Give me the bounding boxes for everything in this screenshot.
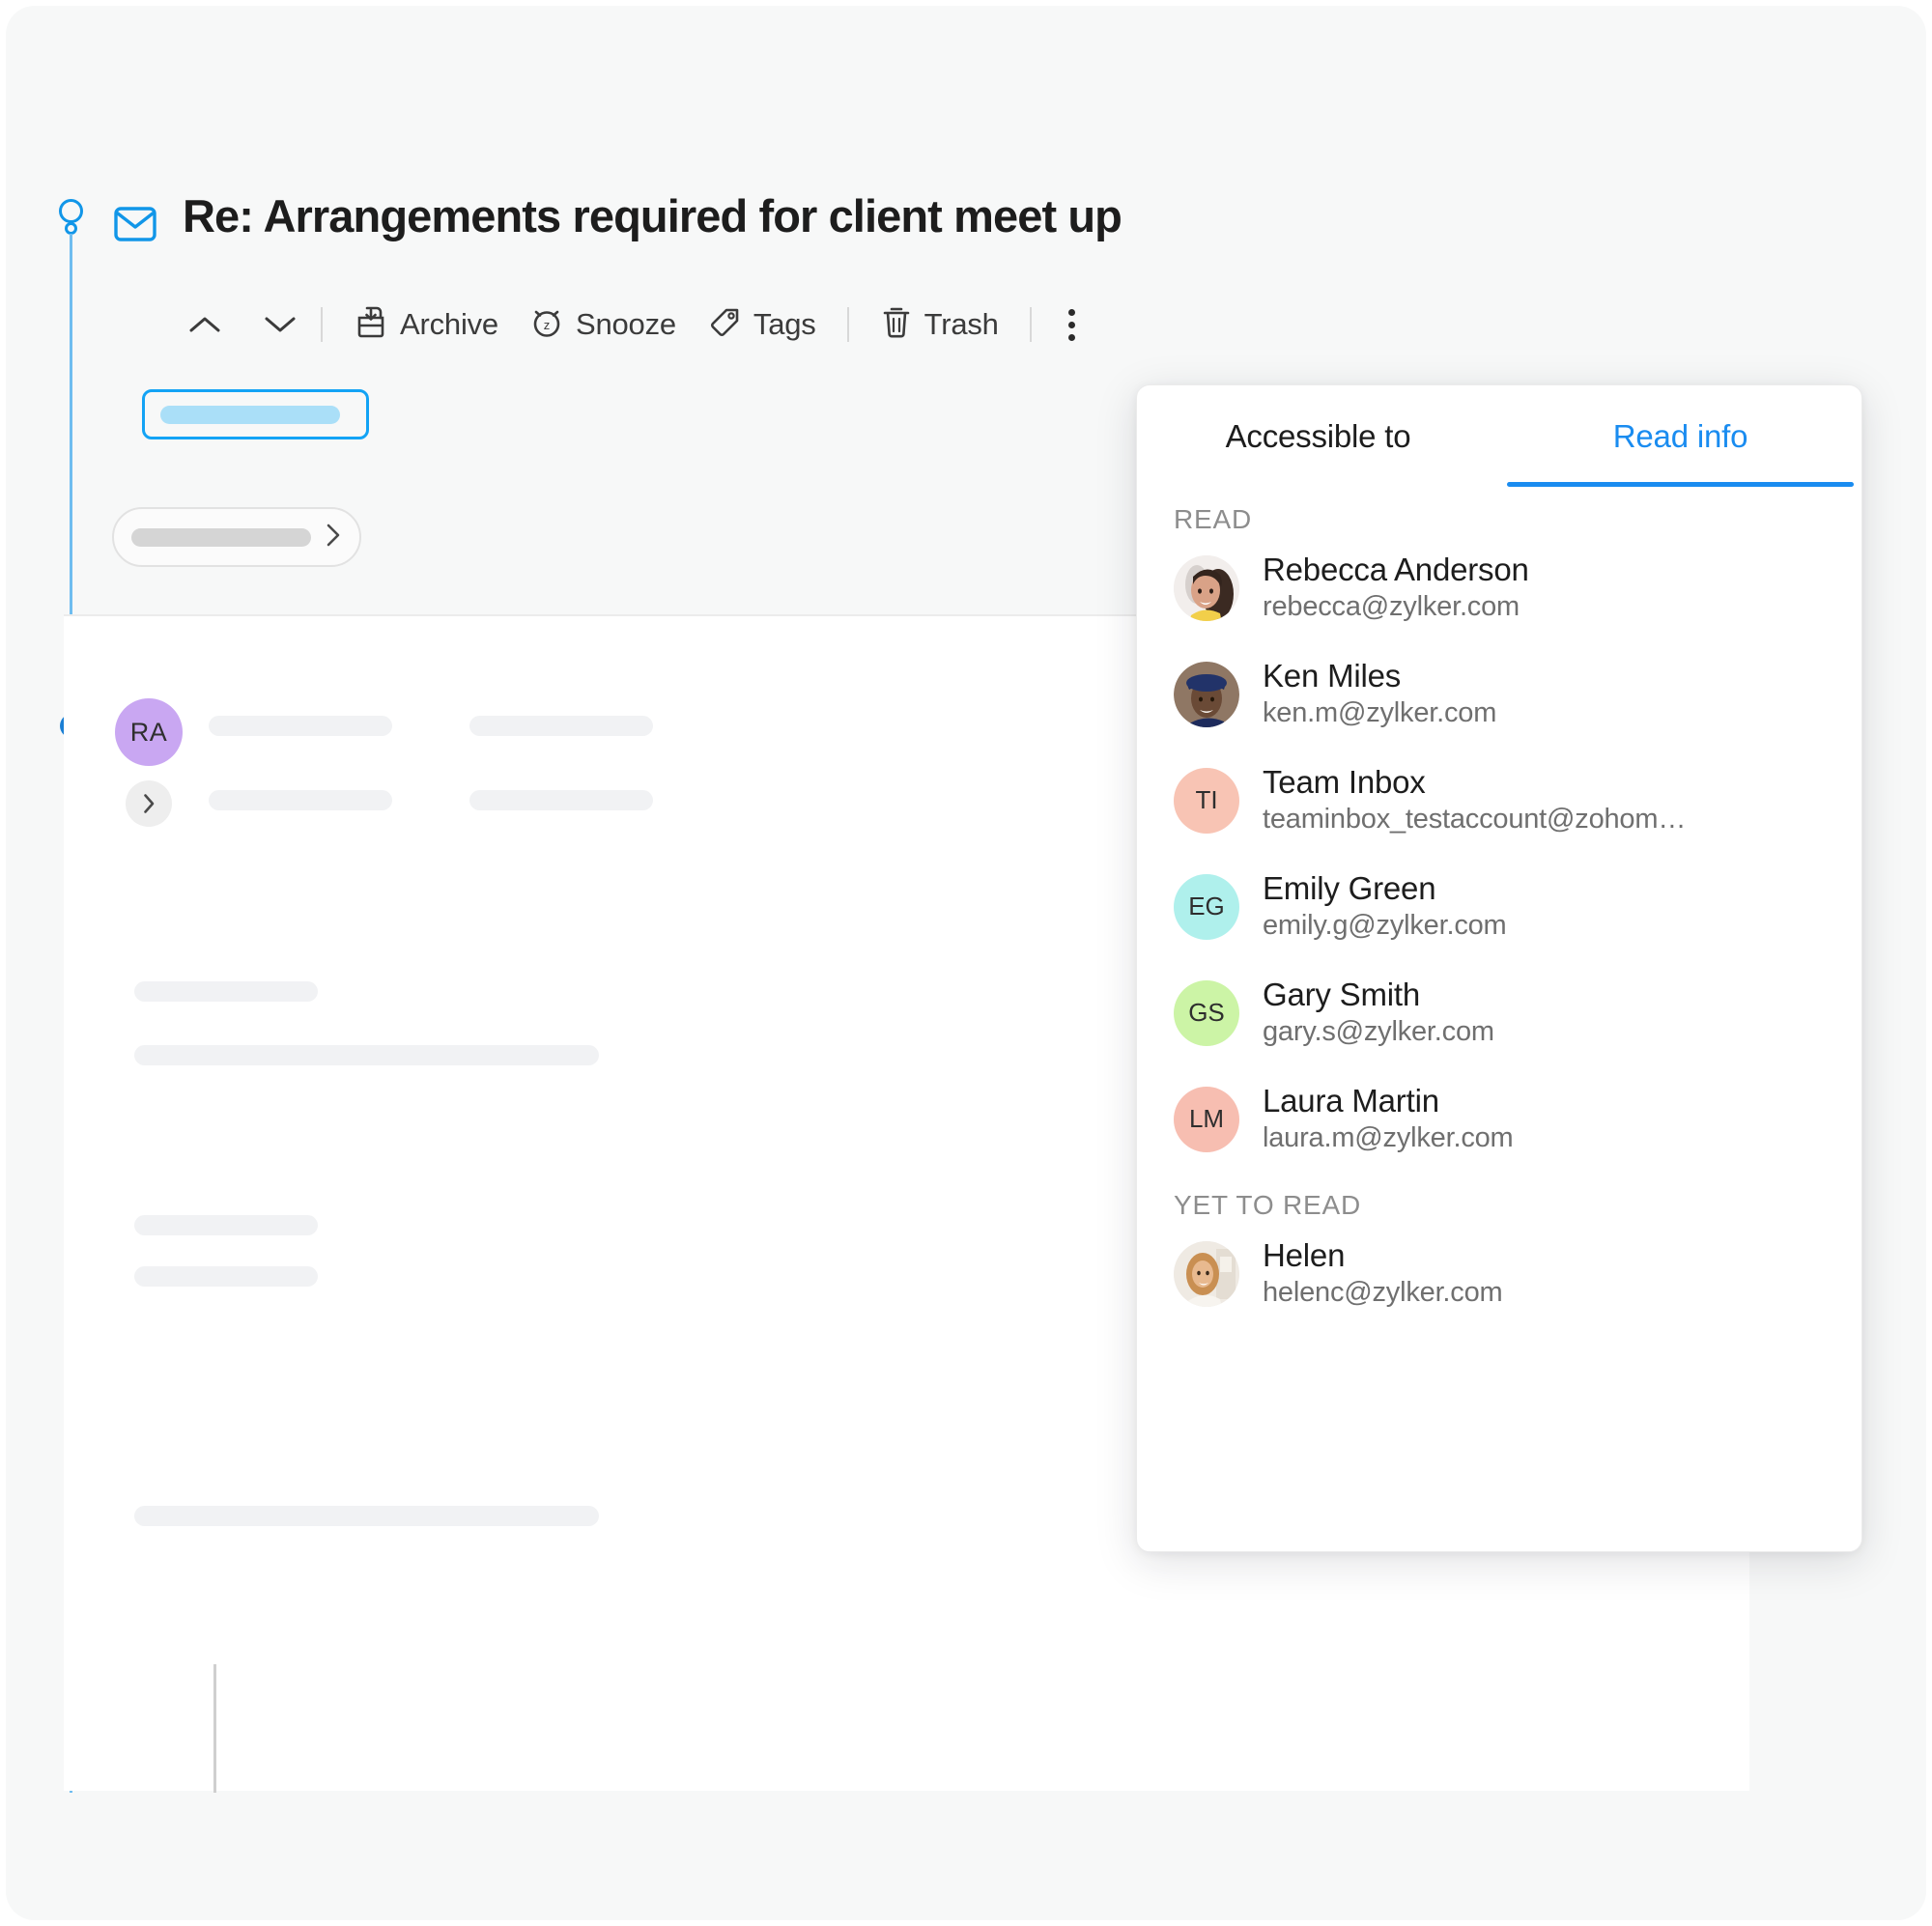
avatar: TI — [1174, 767, 1239, 834]
avatar — [1174, 661, 1239, 727]
trash-label: Trash — [923, 307, 999, 341]
sender-pill-placeholder[interactable] — [112, 507, 361, 567]
skeleton-bar — [209, 716, 392, 736]
toolbar-divider-2 — [846, 307, 849, 342]
list-item[interactable]: Ken Miles ken.m@zylker.com — [1137, 641, 1861, 748]
avatar: EG — [1174, 873, 1239, 940]
message-toolbar: Archive z Snooze Tags Trash — [180, 296, 1096, 354]
contact-email: laura.m@zylker.com — [1263, 1121, 1514, 1153]
envelope-icon — [114, 207, 156, 246]
archive-button[interactable]: Archive — [338, 299, 514, 350]
previous-message-button[interactable] — [180, 299, 230, 350]
list-item[interactable]: Rebecca Anderson rebecca@zylker.com — [1137, 535, 1861, 641]
expand-details-button[interactable] — [126, 780, 172, 827]
tab-read-info[interactable]: Read info — [1499, 385, 1861, 487]
avatar: GS — [1174, 979, 1239, 1046]
snooze-clock-icon: z — [529, 305, 564, 345]
kebab-dot-3 — [1067, 333, 1075, 341]
contact-name: Rebecca Anderson — [1263, 552, 1529, 587]
next-message-button[interactable] — [255, 299, 305, 350]
chevron-right-icon — [325, 523, 342, 552]
contact-name: Emily Green — [1263, 869, 1436, 906]
contact-name: Team Inbox — [1263, 763, 1426, 800]
contact-email: helenc@zylker.com — [1263, 1276, 1503, 1308]
contact-email: gary.s@zylker.com — [1263, 1016, 1494, 1047]
list-item[interactable]: GS Gary Smith gary.s@zylker.com — [1137, 960, 1861, 1066]
more-options-icon[interactable] — [1047, 308, 1096, 341]
contact-email: rebecca@zylker.com — [1263, 591, 1520, 623]
skeleton-bar — [469, 790, 653, 810]
contact-name: Helen — [1263, 1236, 1346, 1273]
contact-name: Gary Smith — [1263, 976, 1421, 1012]
list-item-text: Rebecca Anderson rebecca@zylker.com — [1263, 551, 1529, 626]
skeleton-bar — [134, 1215, 318, 1235]
skeleton-bar — [469, 716, 653, 736]
svg-text:z: z — [544, 318, 551, 332]
contact-email: teaminbox_testaccount@zohom… — [1263, 804, 1687, 836]
list-item-text: Ken Miles ken.m@zylker.com — [1263, 657, 1496, 732]
avatar — [1174, 1240, 1239, 1307]
contact-email: emily.g@zylker.com — [1263, 910, 1507, 942]
tag-icon — [707, 305, 742, 345]
contact-name: Laura Martin — [1263, 1082, 1439, 1119]
section-heading: YET TO READ — [1174, 1189, 1361, 1220]
skeleton-bar — [134, 981, 318, 1002]
subject-chip-placeholder[interactable] — [142, 389, 369, 439]
list-item-text: Helen helenc@zylker.com — [1263, 1236, 1503, 1312]
skeleton-bar — [134, 1045, 599, 1065]
read-info-panel: Accessible to Read info READ Rebecca Ande… — [1136, 384, 1862, 1552]
skeleton-bar — [209, 790, 392, 810]
sender-pill-bar — [131, 527, 311, 547]
avatar: RA — [115, 698, 183, 766]
list-item-text: Laura Martin laura.m@zylker.com — [1263, 1082, 1514, 1157]
archive-icon — [354, 305, 388, 345]
list-item[interactable]: LM Laura Martin laura.m@zylker.com — [1137, 1066, 1861, 1173]
avatar — [1174, 554, 1239, 621]
snooze-button[interactable]: z Snooze — [514, 299, 692, 350]
archive-label: Archive — [400, 307, 498, 341]
skeleton-bar — [134, 1266, 318, 1287]
kebab-dot-1 — [1067, 308, 1075, 316]
trash-icon — [880, 305, 913, 345]
list-item[interactable]: TI Team Inbox teaminbox_testaccount@zohom… — [1137, 748, 1861, 854]
toolbar-divider-3 — [1029, 307, 1032, 342]
trash-button[interactable]: Trash — [865, 299, 1014, 350]
snooze-label: Snooze — [575, 307, 676, 341]
contact-name: Ken Miles — [1263, 657, 1402, 694]
tab-accessible-to[interactable]: Accessible to — [1137, 385, 1499, 487]
kebab-dot-2 — [1067, 321, 1075, 328]
toolbar-divider — [321, 307, 323, 342]
quote-bar — [213, 1664, 216, 1793]
list-item-text: Emily Green emily.g@zylker.com — [1263, 869, 1507, 945]
contact-email: ken.m@zylker.com — [1263, 697, 1497, 729]
tags-button[interactable]: Tags — [692, 299, 832, 350]
app-window: Re: Arrangements required for client mee… — [6, 6, 1926, 1920]
list-item[interactable]: Helen helenc@zylker.com — [1137, 1221, 1861, 1327]
list-item-text: Team Inbox teaminbox_testaccount@zohom… — [1263, 763, 1686, 838]
skeleton-bar — [134, 1506, 599, 1526]
read-info-tabs: Accessible to Read info — [1137, 385, 1861, 487]
avatar: LM — [1174, 1086, 1239, 1152]
subject-chip-bar — [160, 405, 340, 424]
timeline-pin-icon — [59, 199, 83, 223]
page-title: Re: Arrangements required for client mee… — [183, 190, 1122, 241]
tags-label: Tags — [753, 307, 816, 341]
read-info-list: READ Rebecca Anderson rebecca@zylker.com Ke… — [1137, 487, 1861, 1327]
list-item-text: Gary Smith gary.s@zylker.com — [1263, 976, 1494, 1051]
section-heading: READ — [1174, 504, 1252, 534]
list-item[interactable]: EG Emily Green emily.g@zylker.com — [1137, 854, 1861, 960]
